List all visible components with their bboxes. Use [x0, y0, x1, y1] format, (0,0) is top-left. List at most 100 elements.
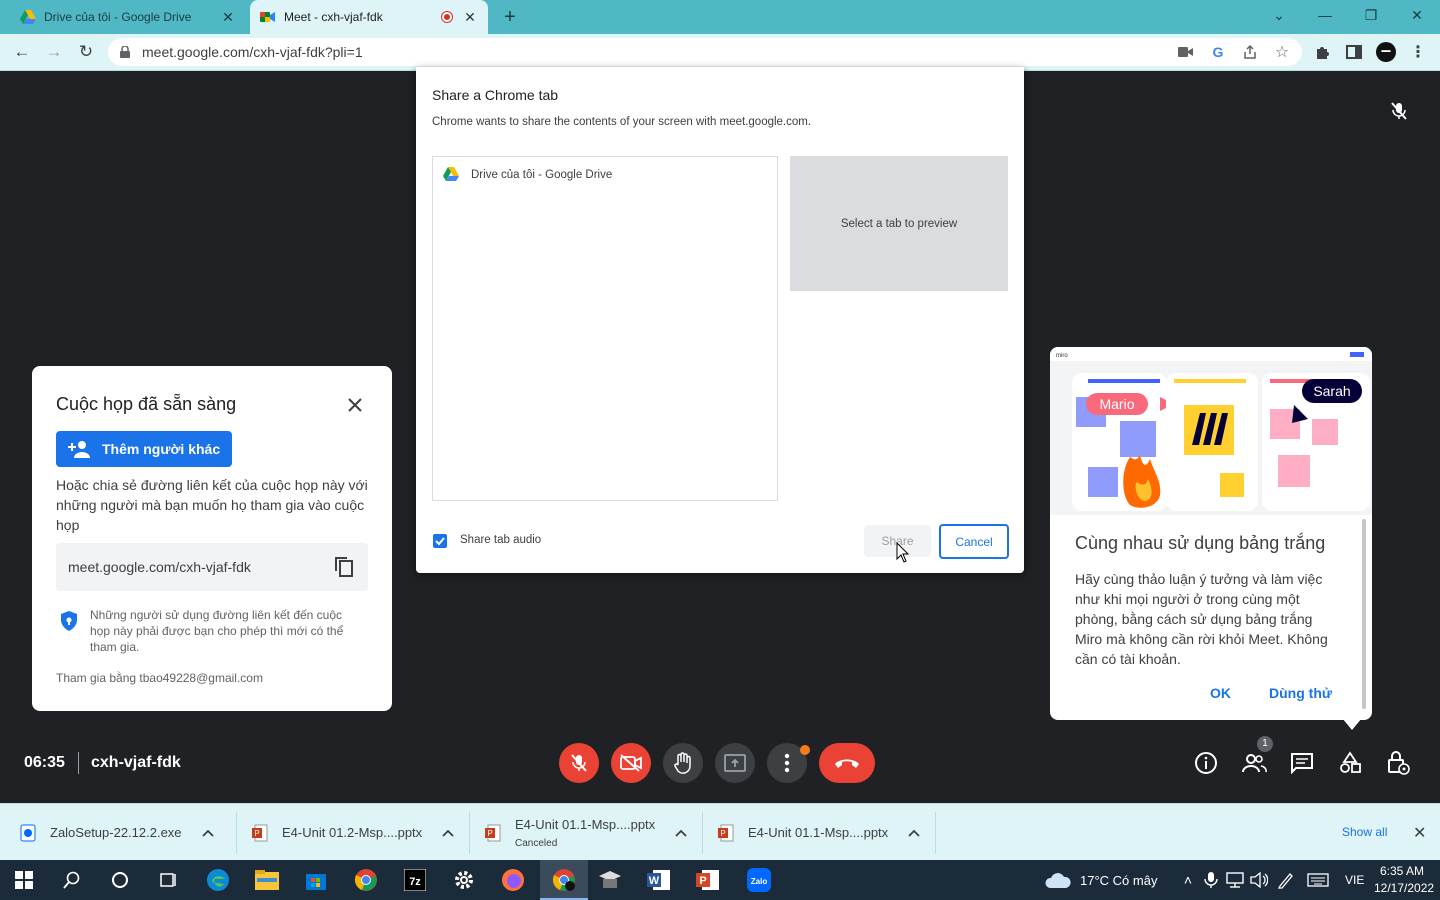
- divider: [78, 752, 79, 774]
- svg-text:Zalo: Zalo: [751, 877, 768, 886]
- side-panel-icon[interactable]: [1344, 42, 1364, 62]
- minimize-button[interactable]: —: [1302, 0, 1348, 30]
- forward-button[interactable]: →: [42, 40, 66, 64]
- tab-meet[interactable]: Meet - cxh-vjaf-fdk ✕: [250, 0, 488, 34]
- url-text: meet.google.com/cxh-vjaf-fdk?pli=1: [142, 44, 363, 60]
- browser-menu-icon[interactable]: ⋮: [1408, 42, 1428, 62]
- add-people-button[interactable]: Thêm người khác: [56, 431, 232, 467]
- new-tab-button[interactable]: +: [498, 4, 522, 30]
- chevron-up-icon[interactable]: [442, 825, 454, 840]
- chrome-icon[interactable]: [352, 866, 380, 894]
- cancel-button[interactable]: Cancel: [939, 524, 1009, 559]
- cortana-icon[interactable]: [106, 866, 134, 894]
- ok-button[interactable]: OK: [1210, 685, 1231, 701]
- tab-title: Meet - cxh-vjaf-fdk: [284, 10, 383, 24]
- meeting-link-text: meet.google.com/cxh-vjaf-fdk: [68, 559, 251, 575]
- google-lens-icon[interactable]: G: [1208, 42, 1228, 62]
- bookmark-star-icon[interactable]: ☆: [1272, 42, 1292, 62]
- host-controls-icon[interactable]: [1385, 750, 1411, 776]
- edge-browser-icon[interactable]: [204, 866, 232, 894]
- tab-strip: Drive của tôi - Google Drive ✕ Meet - cx…: [0, 0, 1440, 34]
- tab-title: Drive của tôi - Google Drive: [44, 10, 192, 24]
- close-icon[interactable]: [344, 394, 366, 416]
- close-window-button[interactable]: ✕: [1394, 0, 1440, 30]
- keyboard-icon[interactable]: [1304, 866, 1332, 894]
- svg-text:P: P: [487, 829, 492, 838]
- pen-icon[interactable]: [1272, 866, 1300, 894]
- download-item[interactable]: P E4-Unit 01.2-Msp....pptx: [252, 804, 454, 861]
- leave-call-button[interactable]: [819, 743, 875, 783]
- chrome-active-icon[interactable]: [550, 866, 578, 894]
- close-tab-icon[interactable]: ✕: [220, 9, 236, 26]
- close-downloads-icon[interactable]: ✕: [1413, 823, 1426, 843]
- weather-cloud-icon[interactable]: [1044, 866, 1072, 894]
- meeting-details-icon[interactable]: [1193, 750, 1219, 776]
- clock-time[interactable]: 6:35 AM: [1380, 864, 1424, 878]
- search-icon[interactable]: [58, 866, 86, 894]
- raise-hand-button[interactable]: [663, 743, 703, 783]
- chevron-up-icon[interactable]: [908, 825, 920, 840]
- restore-button[interactable]: ❐: [1348, 0, 1394, 30]
- firefox-icon[interactable]: [499, 866, 527, 894]
- camera-in-use-icon[interactable]: [1176, 42, 1196, 62]
- volume-icon[interactable]: [1245, 866, 1273, 894]
- raise-hand-icon: [674, 752, 691, 774]
- tab-list-item-label: Drive của tôi - Google Drive: [471, 169, 613, 181]
- miro-illustration: miro Mario Sarah: [1050, 347, 1372, 515]
- profile-avatar[interactable]: [1376, 42, 1396, 62]
- settings-gear-icon[interactable]: [450, 866, 478, 894]
- show-all-link[interactable]: Show all: [1342, 825, 1387, 839]
- hang-up-icon: [835, 759, 859, 768]
- meeting-ready-card: Cuộc họp đã sẵn sàng Thêm người khác Hoặ…: [32, 366, 392, 711]
- 7zip-icon[interactable]: 7z: [401, 866, 429, 894]
- file-explorer-icon[interactable]: [253, 866, 281, 894]
- tab-list[interactable]: Drive của tôi - Google Drive: [432, 156, 778, 501]
- camera-toggle-button[interactable]: [611, 743, 651, 783]
- extensions-icon[interactable]: [1312, 42, 1332, 62]
- windows-start-icon[interactable]: [10, 866, 38, 894]
- tab-google-drive[interactable]: Drive của tôi - Google Drive ✕: [10, 0, 246, 34]
- word-icon[interactable]: W: [645, 866, 673, 894]
- add-person-icon: [68, 440, 92, 458]
- chevron-up-icon[interactable]: [201, 825, 214, 840]
- tab-list-item[interactable]: Drive của tôi - Google Drive: [443, 167, 612, 183]
- task-view-icon[interactable]: [154, 866, 182, 894]
- weather-text[interactable]: 17°C Có mây: [1080, 873, 1157, 888]
- close-tab-icon[interactable]: ✕: [462, 9, 478, 26]
- tab-search-icon[interactable]: ⌄: [1256, 0, 1302, 30]
- tab-preview-area: Select a tab to preview: [790, 156, 1008, 291]
- app-icon[interactable]: [596, 866, 624, 894]
- try-button[interactable]: Dùng thử: [1269, 685, 1332, 701]
- meeting-clock: 06:35: [24, 754, 65, 771]
- input-language[interactable]: VIE: [1345, 873, 1364, 887]
- address-bar[interactable]: meet.google.com/cxh-vjaf-fdk?pli=1: [108, 38, 1302, 66]
- chat-icon[interactable]: [1289, 750, 1315, 776]
- powerpoint-icon[interactable]: P: [694, 866, 722, 894]
- share-audio-checkbox[interactable]: [433, 534, 447, 548]
- clock-date[interactable]: 12/17/2022: [1374, 881, 1434, 895]
- reload-button[interactable]: ↻: [74, 40, 98, 64]
- divider: [236, 812, 237, 854]
- download-item[interactable]: P E4-Unit 01.1-Msp....pptx: [718, 804, 920, 861]
- zalo-file-icon: [20, 824, 36, 842]
- zalo-icon[interactable]: Zalo: [745, 866, 773, 894]
- download-filename: E4-Unit 01.1-Msp....pptx: [748, 825, 889, 840]
- download-item[interactable]: P E4-Unit 01.1-Msp....pptx Canceled: [485, 804, 687, 861]
- present-screen-button[interactable]: [715, 743, 755, 783]
- meeting-code: cxh-vjaf-fdk: [91, 754, 181, 771]
- meeting-link-field[interactable]: meet.google.com/cxh-vjaf-fdk: [56, 543, 368, 591]
- share-page-icon[interactable]: [1240, 42, 1260, 62]
- back-button[interactable]: ←: [10, 40, 34, 64]
- download-filename: E4-Unit 01.2-Msp....pptx: [282, 825, 423, 840]
- microphone-toggle-button[interactable]: [559, 743, 599, 783]
- card-scrollbar[interactable]: [1362, 519, 1366, 709]
- shield-icon: [60, 610, 78, 632]
- lock-icon: [120, 46, 132, 58]
- microsoft-store-icon[interactable]: [302, 866, 330, 894]
- activities-icon[interactable]: [1337, 750, 1363, 776]
- share-tab-dialog: Share a Chrome tab Chrome wants to share…: [416, 67, 1024, 573]
- download-item[interactable]: ZaloSetup-22.12.2.exe: [20, 804, 214, 861]
- copy-icon[interactable]: [332, 555, 356, 579]
- chevron-up-icon[interactable]: [675, 825, 687, 840]
- people-icon[interactable]: [1241, 750, 1267, 776]
